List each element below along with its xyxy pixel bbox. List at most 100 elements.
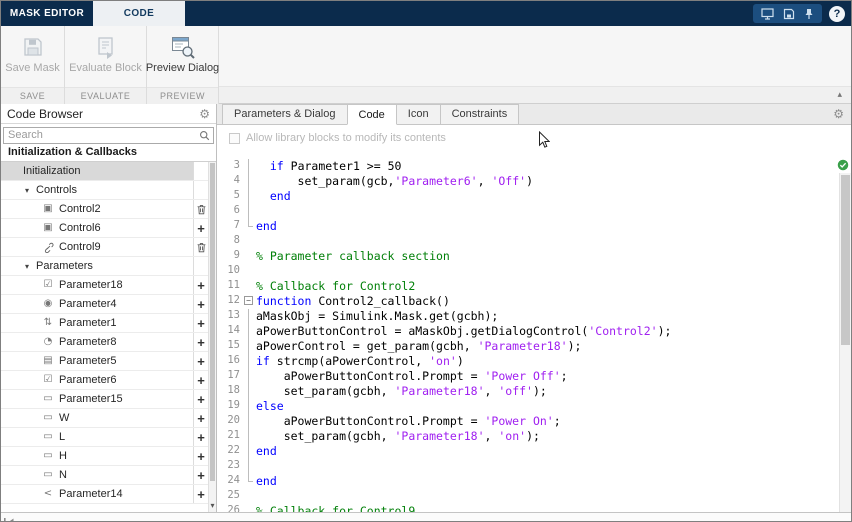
add-icon[interactable]: + [193, 276, 208, 294]
tab-mask-editor[interactable]: MASK EDITOR [1, 1, 93, 26]
code-line-10[interactable]: 10 [217, 264, 837, 279]
code-text[interactable]: set_param(gcb,'Parameter6', 'Off') [256, 174, 837, 189]
caret-down-icon[interactable]: ▾ [25, 186, 29, 195]
code-text[interactable]: aMaskObj = Simulink.Mask.get(gcbh); [256, 309, 837, 324]
tree-scrollbar-thumb[interactable] [210, 163, 215, 481]
collapse-ribbon-icon[interactable]: ▴ [837, 90, 842, 100]
code-line-23[interactable]: 23 [217, 459, 837, 474]
code-text[interactable]: % Callback for Control9 [256, 504, 837, 512]
code-lines[interactable]: 3 if Parameter1 >= 50 4 set_param(gcb,'Pa… [217, 159, 837, 512]
tree-item-parameter1[interactable]: ⇅ Parameter1 + [1, 314, 208, 333]
tab-constraints[interactable]: Constraints [439, 104, 520, 124]
code-text[interactable] [256, 204, 837, 219]
display-icon[interactable] [761, 7, 774, 20]
caret-down-icon[interactable]: ▾ [25, 262, 29, 271]
tree-item-parameter6[interactable]: ☑ Parameter6 + [1, 371, 208, 390]
code-line-12[interactable]: 12− function Control2_callback() [217, 294, 837, 309]
code-line-14[interactable]: 14 aPowerButtonControl = aMaskObj.getDial… [217, 324, 837, 339]
code-text[interactable]: end [256, 219, 837, 234]
code-line-6[interactable]: 6 [217, 204, 837, 219]
code-line-25[interactable]: 25 [217, 489, 837, 504]
code-text[interactable]: set_param(gcbh, 'Parameter18', 'off'); [256, 384, 837, 399]
code-text[interactable]: aPowerControl = get_param(gcbh, 'Paramet… [256, 339, 837, 354]
editor-scrollbar-thumb[interactable] [841, 175, 850, 345]
code-text[interactable]: function Control2_callback() [256, 294, 837, 309]
tab-icon[interactable]: Icon [395, 104, 441, 124]
code-line-26[interactable]: 26 % Callback for Control9 [217, 504, 837, 512]
save-layout-icon[interactable] [783, 8, 795, 20]
library-checkbox[interactable] [229, 132, 240, 144]
add-icon[interactable]: + [193, 352, 208, 370]
code-line-15[interactable]: 15 aPowerControl = get_param(gcbh, 'Param… [217, 339, 837, 354]
tree-group-controls[interactable]: ▾ Controls [1, 181, 208, 200]
tree-group-parameters[interactable]: ▾ Parameters [1, 257, 208, 276]
code-text[interactable]: end [256, 189, 837, 204]
tree-item-initialization[interactable]: Initialization [1, 162, 208, 181]
add-icon[interactable]: + [193, 314, 208, 332]
add-icon[interactable]: + [193, 409, 208, 427]
code-text[interactable] [256, 234, 837, 249]
code-text[interactable]: % Callback for Control2 [256, 279, 837, 294]
code-line-20[interactable]: 20 aPowerButtonControl.Prompt = 'Power O… [217, 414, 837, 429]
tree-item-control2[interactable]: ▣ Control2 [1, 200, 208, 219]
code-text[interactable] [256, 489, 837, 504]
code-line-17[interactable]: 17 aPowerButtonControl.Prompt = 'Power O… [217, 369, 837, 384]
code-line-19[interactable]: 19 else [217, 399, 837, 414]
tree-item-parameter5[interactable]: ▤ Parameter5 + [1, 352, 208, 371]
tree-item-h[interactable]: ▭ H + [1, 447, 208, 466]
editor-scrollbar[interactable] [839, 173, 851, 512]
tree-item-parameter15[interactable]: ▭ Parameter15 + [1, 390, 208, 409]
code-line-24[interactable]: 24 end [217, 474, 837, 489]
code-line-5[interactable]: 5 end [217, 189, 837, 204]
search-input[interactable] [3, 126, 214, 144]
code-editor[interactable]: 3 if Parameter1 >= 50 4 set_param(gcb,'Pa… [217, 151, 851, 512]
tree-item-control6[interactable]: ▣ Control6 + [1, 219, 208, 238]
code-line-8[interactable]: 8 [217, 234, 837, 249]
code-line-11[interactable]: 11 % Callback for Control2 [217, 279, 837, 294]
collapse-panel-icon[interactable] [4, 513, 14, 521]
code-line-7[interactable]: 7 end [217, 219, 837, 234]
add-icon[interactable]: + [193, 295, 208, 313]
pin-icon[interactable] [804, 8, 814, 20]
code-line-4[interactable]: 4 set_param(gcb,'Parameter6', 'Off') [217, 174, 837, 189]
evaluate-block-button[interactable]: Evaluate Block [65, 30, 146, 86]
code-line-16[interactable]: 16 if strcmp(aPowerControl, 'on') [217, 354, 837, 369]
code-text[interactable] [256, 264, 837, 279]
add-icon[interactable]: + [193, 390, 208, 408]
tree-item-l[interactable]: ▭ L + [1, 428, 208, 447]
code-text[interactable]: else [256, 399, 837, 414]
add-icon[interactable]: + [193, 485, 208, 503]
add-icon[interactable]: + [193, 219, 208, 237]
code-line-3[interactable]: 3 if Parameter1 >= 50 [217, 159, 837, 174]
tree-item-parameter4[interactable]: ◉ Parameter4 + [1, 295, 208, 314]
code-line-9[interactable]: 9 % Parameter callback section [217, 249, 837, 264]
tab-code-pane[interactable]: Code [346, 104, 397, 125]
code-line-22[interactable]: 22 end [217, 444, 837, 459]
preview-dialog-button[interactable]: Preview Dialog [146, 30, 219, 86]
code-text[interactable]: % Parameter callback section [256, 249, 837, 264]
add-icon[interactable]: + [193, 466, 208, 484]
scroll-down-icon[interactable]: ▾ [209, 501, 216, 510]
code-line-13[interactable]: 13 aMaskObj = Simulink.Mask.get(gcbh); [217, 309, 837, 324]
tree-item-parameter8[interactable]: ◔ Parameter8 + [1, 333, 208, 352]
tree-item-parameter14[interactable]: < Parameter14 + [1, 485, 208, 504]
code-text[interactable]: end [256, 444, 837, 459]
code-text[interactable]: if strcmp(aPowerControl, 'on') [256, 354, 837, 369]
tree-item-n[interactable]: ▭ N + [1, 466, 208, 485]
code-line-18[interactable]: 18 set_param(gcbh, 'Parameter18', 'off')… [217, 384, 837, 399]
tree-item-parameter18[interactable]: ☑ Parameter18 + [1, 276, 208, 295]
add-icon[interactable]: + [193, 371, 208, 389]
gear-icon[interactable]: ⚙ [833, 108, 844, 120]
add-icon[interactable]: + [193, 447, 208, 465]
code-text[interactable]: aPowerButtonControl.Prompt = 'Power Off'… [256, 369, 837, 384]
add-icon[interactable]: + [193, 428, 208, 446]
tree-scrollbar[interactable]: ▾ [208, 162, 216, 512]
code-text[interactable]: if Parameter1 >= 50 [256, 159, 837, 174]
tree-item-w[interactable]: ▭ W + [1, 409, 208, 428]
tree-item-control9[interactable]: Control9 [1, 238, 208, 257]
code-text[interactable]: set_param(gcbh, 'Parameter18', 'on'); [256, 429, 837, 444]
code-text[interactable]: end [256, 474, 837, 489]
save-mask-button[interactable]: Save Mask [1, 30, 64, 86]
code-text[interactable]: aPowerButtonControl = aMaskObj.getDialog… [256, 324, 837, 339]
code-text[interactable]: aPowerButtonControl.Prompt = 'Power On'; [256, 414, 837, 429]
